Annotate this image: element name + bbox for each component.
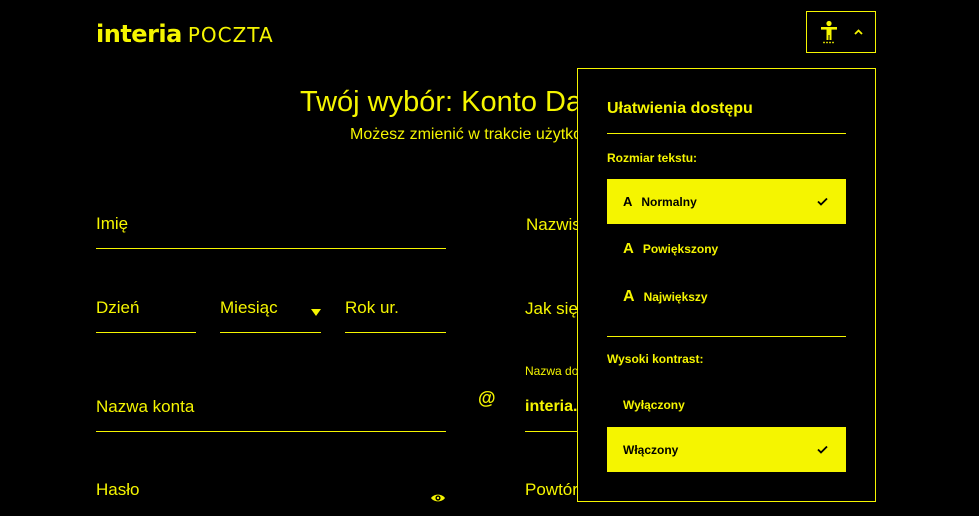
- text-size-option-larger[interactable]: A Powiększony: [607, 226, 846, 271]
- divider: [607, 133, 846, 134]
- letter-a-icon: A: [623, 287, 635, 305]
- password-field[interactable]: Hasło: [96, 476, 446, 516]
- at-sign: @: [478, 388, 496, 408]
- domain-select[interactable]: [525, 383, 578, 432]
- chevron-up-icon: [853, 29, 863, 35]
- first-name-field[interactable]: Imię: [96, 200, 446, 249]
- birth-month-label: Miesiąc: [220, 298, 278, 317]
- text-size-option-largest[interactable]: A Największy: [607, 274, 846, 319]
- last-name-label: Nazwis: [526, 215, 581, 234]
- accessibility-person-icon: [820, 20, 838, 44]
- accessibility-panel: Ułatwienia dostępu Rozmiar tekstu: A Nor…: [577, 68, 876, 502]
- birth-day-field[interactable]: Dzień: [96, 285, 196, 333]
- repeat-password-label: Powtór: [525, 480, 578, 499]
- account-name-field[interactable]: Nazwa konta: [96, 383, 446, 432]
- contrast-heading: Wysoki kontrast:: [607, 352, 704, 366]
- text-size-heading: Rozmiar tekstu:: [607, 151, 698, 165]
- repeat-password-field[interactable]: Powtór: [525, 476, 578, 516]
- text-size-option-normal[interactable]: A Normalny: [607, 179, 846, 224]
- caret-down-icon: [311, 309, 321, 316]
- account-name-label: Nazwa konta: [96, 397, 195, 416]
- option-label: Powiększony: [642, 241, 719, 256]
- page-title: Twój wybór: Konto Da: [300, 86, 583, 118]
- gender-select[interactable]: Jak się: [525, 285, 578, 333]
- divider: [607, 336, 846, 337]
- birth-year-field[interactable]: Rok ur.: [345, 285, 446, 333]
- first-name-label: Imię: [96, 214, 129, 233]
- interia-poczta-logo[interactable]: interia POCZTA: [96, 20, 274, 48]
- password-label: Hasło: [96, 480, 140, 499]
- birth-day-label: Dzień: [96, 298, 140, 317]
- option-label: Wyłączony: [623, 397, 685, 412]
- contrast-option-on[interactable]: Włączony: [607, 427, 846, 472]
- birth-month-select[interactable]: Miesiąc: [220, 285, 321, 333]
- logo-product: POCZTA: [187, 23, 274, 47]
- option-label: Włączony: [623, 442, 679, 457]
- domain-label: Nazwa do: [525, 364, 579, 378]
- contrast-option-off[interactable]: Wyłączony: [607, 382, 846, 427]
- check-icon: [817, 195, 828, 209]
- gender-label: Jak się: [525, 299, 578, 318]
- logo-brand: interia: [96, 20, 182, 48]
- page-subtitle: Możesz zmienić w trakcie użytko: [350, 126, 583, 143]
- birth-year-label: Rok ur.: [345, 298, 399, 317]
- check-icon: [817, 443, 828, 457]
- eye-icon[interactable]: [430, 491, 446, 509]
- accessibility-toggle-button[interactable]: [806, 11, 876, 53]
- option-label: Największy: [643, 289, 708, 304]
- accessibility-panel-title: Ułatwienia dostępu: [607, 100, 753, 117]
- letter-a-icon: A: [623, 240, 634, 257]
- last-name-field[interactable]: Nazwis: [526, 200, 581, 249]
- letter-a-icon: A: [623, 194, 633, 209]
- option-label: Normalny: [641, 194, 697, 209]
